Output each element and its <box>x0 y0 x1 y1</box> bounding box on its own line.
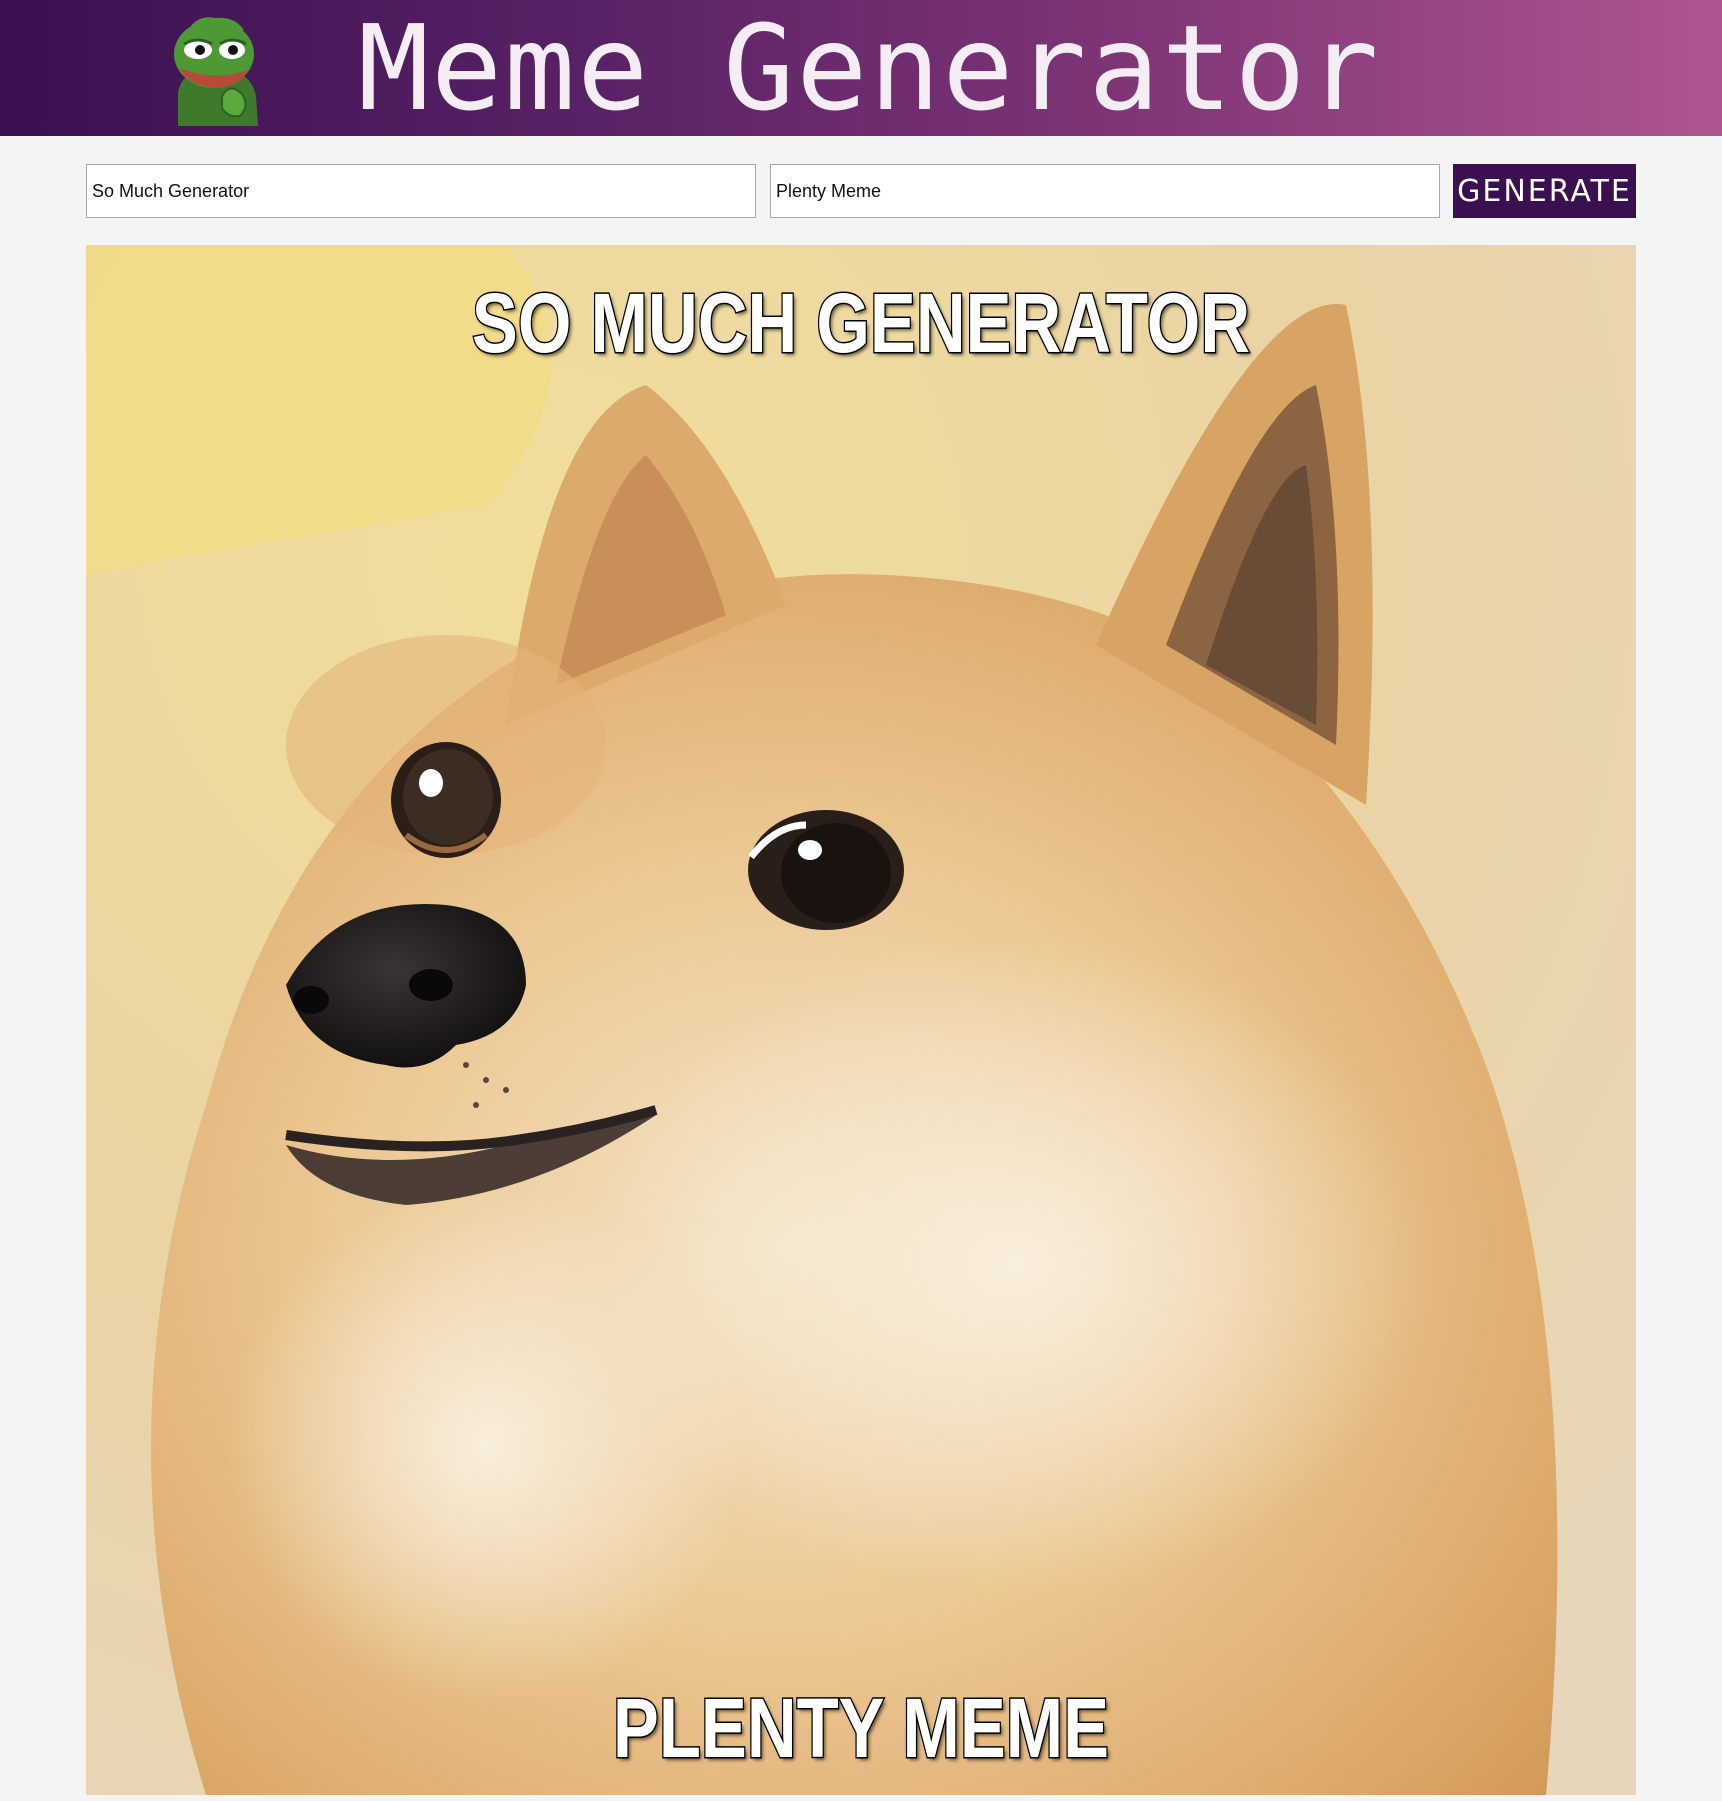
doge-shiba-inu-image <box>86 245 1636 1795</box>
meme-top-caption: SO MUCH GENERATOR <box>471 275 1252 372</box>
app-header: Meme Generator <box>0 0 1722 136</box>
meme-form: GENERATE <box>86 164 1636 218</box>
meme-image: SO MUCH GENERATOR PLENTY MEME <box>86 245 1636 1795</box>
pepe-frog-icon <box>174 17 258 126</box>
top-text-input[interactable] <box>86 164 756 218</box>
generate-button[interactable]: GENERATE <box>1453 164 1636 218</box>
app-title: Meme Generator <box>358 0 1381 137</box>
bottom-text-input[interactable] <box>770 164 1440 218</box>
meme-bottom-caption: PLENTY MEME <box>612 1680 1111 1777</box>
